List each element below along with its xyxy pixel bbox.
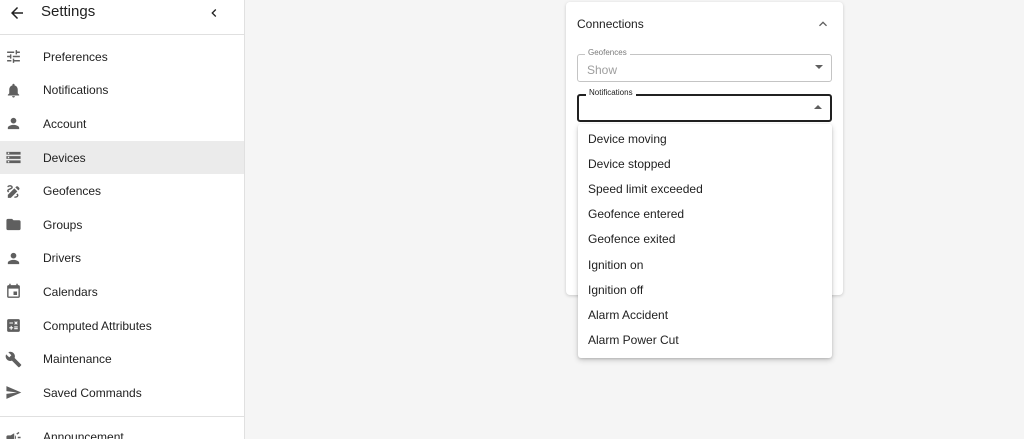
sidebar-item-notifications[interactable]: Notifications <box>0 74 244 108</box>
chevron-left-icon[interactable] <box>203 2 225 24</box>
option-device-stopped[interactable]: Device stopped <box>578 151 832 176</box>
geofences-select[interactable]: Geofences Show <box>577 48 832 82</box>
sidebar-item-saved-commands[interactable]: Saved Commands <box>0 376 244 410</box>
chevron-up-icon[interactable] <box>814 15 832 33</box>
sidebar-item-label: Computed Attributes <box>43 318 152 333</box>
sidebar-item-drivers[interactable]: Drivers <box>0 242 244 276</box>
sidebar-item-computed-attributes[interactable]: Computed Attributes <box>0 309 244 343</box>
sidebar-item-devices[interactable]: Devices <box>0 140 244 175</box>
sidebar-item-label: Notifications <box>43 83 109 98</box>
option-geofence-entered[interactable]: Geofence entered <box>578 202 832 227</box>
option-device-moving[interactable]: Device moving <box>578 126 832 151</box>
geofences-value: Show <box>587 63 618 77</box>
card-title: Connections <box>577 17 644 31</box>
sidebar-item-label: Maintenance <box>43 352 112 367</box>
dropdown-arrow-icon <box>815 65 823 69</box>
calculate-icon <box>4 317 22 335</box>
storage-icon <box>4 149 22 167</box>
option-geofence-exited[interactable]: Geofence exited <box>578 227 832 252</box>
dropdown-arrow-up-icon <box>814 105 822 109</box>
sidebar-divider <box>0 416 244 417</box>
sidebar-item-preferences[interactable]: Preferences <box>0 40 244 74</box>
notifications-select[interactable]: Notifications <box>577 88 832 122</box>
settings-menu: Preferences Notifications Account Device… <box>0 40 244 410</box>
option-alarm-accident[interactable]: Alarm Accident <box>578 302 832 327</box>
sidebar-item-label: Groups <box>43 217 83 232</box>
calendar-icon <box>4 283 22 301</box>
sidebar-item-label: Calendars <box>43 284 98 299</box>
sidebar-item-geofences[interactable]: Geofences <box>0 174 244 208</box>
tune-icon <box>4 48 22 66</box>
person-icon <box>4 115 22 133</box>
card-header[interactable]: Connections <box>566 2 843 46</box>
sidebar-item-label: Account <box>43 116 87 131</box>
option-ignition-off[interactable]: Ignition off <box>578 277 832 302</box>
campaign-icon <box>4 428 22 439</box>
back-arrow-icon[interactable] <box>6 2 28 24</box>
sidebar-item-maintenance[interactable]: Maintenance <box>0 342 244 376</box>
wrench-icon <box>4 350 22 368</box>
sidebar-item-account[interactable]: Account <box>0 107 244 141</box>
sidebar-item-label: Saved Commands <box>43 385 142 400</box>
send-icon <box>4 384 22 402</box>
option-speed-limit-exceeded[interactable]: Speed limit exceeded <box>578 176 832 201</box>
person-icon <box>4 249 22 267</box>
folder-icon <box>4 216 22 234</box>
sidebar-item-label: Devices <box>43 150 86 165</box>
settings-sidebar: Settings Preferences Notifications Accou… <box>0 0 245 439</box>
sidebar-item-calendars[interactable]: Calendars <box>0 275 244 309</box>
sidebar-title: Settings <box>41 3 96 20</box>
sidebar-item-label: Geofences <box>43 184 102 199</box>
sidebar-item-announcement[interactable]: Announcement <box>0 422 244 439</box>
sidebar-item-label: Preferences <box>43 49 108 64</box>
option-alarm-power-cut[interactable]: Alarm Power Cut <box>578 328 832 353</box>
sidebar-item-groups[interactable]: Groups <box>0 208 244 242</box>
sidebar-item-label: Announcement <box>43 430 124 439</box>
option-ignition-on[interactable]: Ignition on <box>578 252 832 277</box>
bell-icon <box>4 81 22 99</box>
sidebar-header: Settings <box>0 0 244 35</box>
sidebar-item-label: Drivers <box>43 251 81 266</box>
notifications-label: Notifications <box>586 88 636 97</box>
geofences-label: Geofences <box>585 48 630 57</box>
notifications-dropdown-menu: Device moving Device stopped Speed limit… <box>578 124 832 358</box>
draw-polygon-icon <box>4 182 22 200</box>
